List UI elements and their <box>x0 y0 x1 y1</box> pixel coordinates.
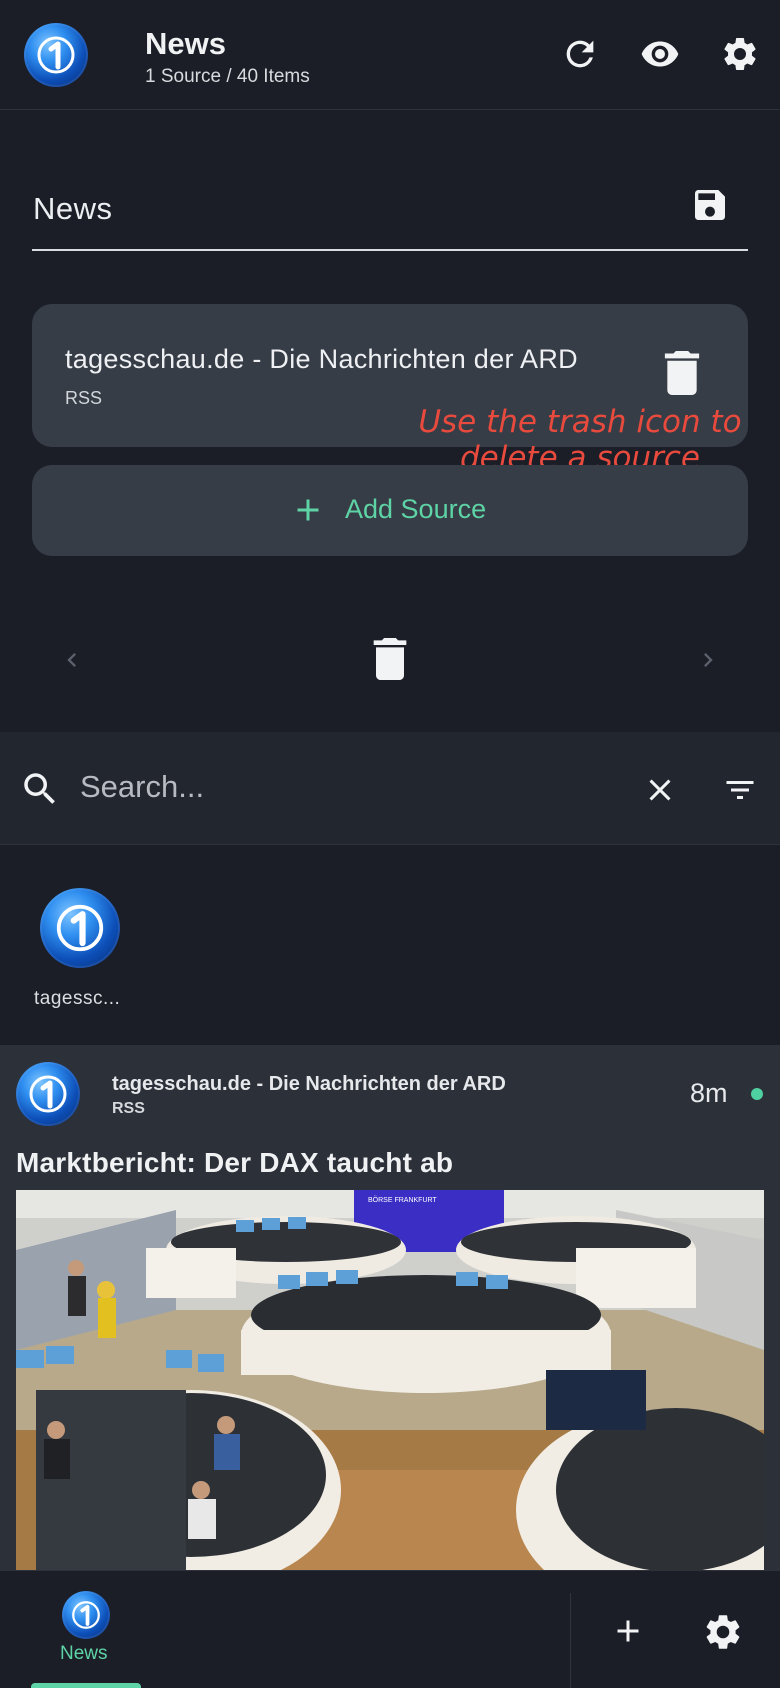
search-bar <box>0 732 780 845</box>
nav-news-label[interactable]: News <box>60 1643 108 1665</box>
page-title: News <box>145 26 226 61</box>
image-sign-text: BÖRSE FRANKFURT <box>368 1196 437 1204</box>
article-image[interactable]: BÖRSE FRANKFURT <box>16 1190 764 1570</box>
nav-news-icon[interactable] <box>62 1591 110 1639</box>
app-header: News 1 Source / 40 Items <box>0 0 780 110</box>
save-icon[interactable] <box>690 185 730 225</box>
source-item-count: 1 Source / 40 Items <box>145 66 310 87</box>
trash-icon[interactable] <box>664 351 700 395</box>
gear-icon[interactable] <box>702 1611 744 1653</box>
group-editor: News tagesschau.de - Die Nachrichten der… <box>0 111 780 731</box>
group-name-field[interactable]: News <box>32 171 748 251</box>
trash-icon[interactable] <box>373 638 407 680</box>
source-avatar[interactable] <box>40 888 120 968</box>
article-source-logo <box>16 1062 80 1126</box>
chevron-right-icon[interactable] <box>694 642 722 678</box>
close-icon[interactable] <box>642 772 678 808</box>
group-name-value[interactable]: News <box>33 191 113 227</box>
eye-icon[interactable] <box>640 34 680 74</box>
article-time: 8m <box>690 1078 728 1108</box>
add-source-button[interactable]: Add Source <box>32 465 748 556</box>
unread-indicator <box>751 1088 763 1100</box>
article-source: tagesschau.de - Die Nachrichten der ARD <box>112 1073 506 1095</box>
refresh-icon[interactable] <box>560 34 600 74</box>
bottom-nav: News <box>0 1570 780 1688</box>
plus-icon <box>290 492 326 528</box>
source-avatars-row: tagessc... <box>0 846 780 1044</box>
nav-active-indicator <box>31 1683 141 1688</box>
gear-icon[interactable] <box>720 34 760 74</box>
article-type: RSS <box>112 1100 145 1117</box>
search-icon <box>19 768 61 810</box>
search-input[interactable] <box>80 762 620 812</box>
filter-icon[interactable] <box>720 772 760 808</box>
source-name: tagesschau.de - Die Nachrichten der ARD <box>65 344 578 374</box>
chevron-left-icon[interactable] <box>58 642 86 678</box>
article-card[interactable]: tagesschau.de - Die Nachrichten der ARD … <box>0 1045 780 1570</box>
app-logo[interactable] <box>24 23 88 87</box>
plus-icon[interactable] <box>610 1613 646 1649</box>
source-type: RSS <box>65 388 103 408</box>
source-avatar-label[interactable]: tagessc... <box>34 988 120 1010</box>
article-title[interactable]: Marktbericht: Der DAX taucht ab <box>16 1147 453 1179</box>
nav-divider <box>570 1593 571 1688</box>
add-source-label: Add Source <box>345 494 487 524</box>
